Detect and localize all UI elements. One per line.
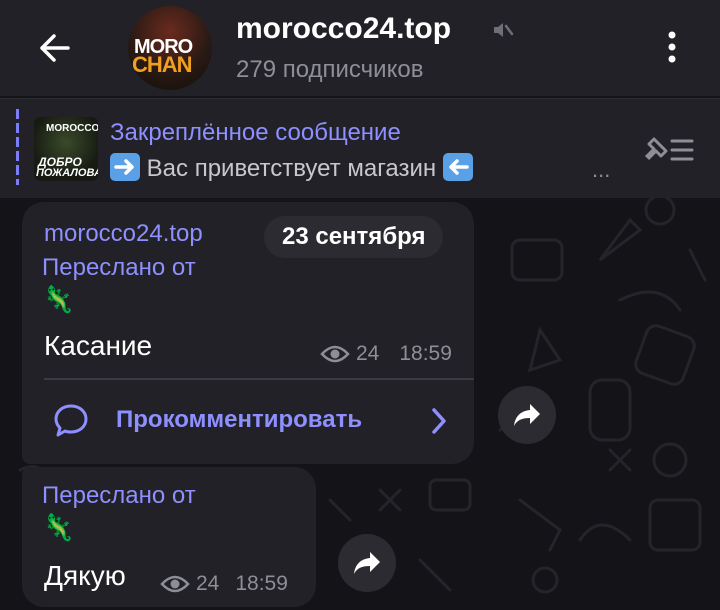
back-button[interactable] xyxy=(30,24,78,72)
message-time: 18:59 xyxy=(399,342,452,365)
message-text: Касание xyxy=(44,330,153,361)
thumb-welcome-text-2: ПОЖАЛОВАТЬ xyxy=(36,167,98,179)
divider xyxy=(44,378,474,380)
eye-icon xyxy=(160,575,190,593)
share-button[interactable] xyxy=(338,534,396,592)
thumb-logo-text: MOROCCO xyxy=(46,123,98,134)
share-button[interactable] xyxy=(498,386,556,444)
comment-label: Прокомментировать xyxy=(116,406,363,433)
pinned-indicator xyxy=(16,109,19,185)
share-arrow-icon xyxy=(514,404,540,426)
date-separator: 23 сентября xyxy=(264,216,444,258)
view-count: 24 xyxy=(196,572,220,595)
chevron-right-icon xyxy=(432,408,446,434)
pinned-title: Закреплённое сообщение xyxy=(110,119,401,146)
chat-header: MORO CHAN morocco24.top 279 подписчиков xyxy=(0,0,720,96)
arrow-right-emoji-icon xyxy=(110,153,140,181)
comment-bubble-icon xyxy=(54,404,88,437)
pinned-preview: Вас приветствует магазин xyxy=(110,153,473,183)
message-meta: 24 18:59 xyxy=(160,572,288,596)
pinned-thumbnail: MOROCCO ДОБРО ПОЖАЛОВАТЬ xyxy=(34,117,98,181)
arrow-left-icon xyxy=(40,34,70,62)
view-count: 24 xyxy=(356,342,380,365)
forwarded-label[interactable]: Переслано от xyxy=(42,254,196,282)
lizard-emoji-icon[interactable]: 🦎 xyxy=(42,284,74,315)
muted-icon xyxy=(494,23,514,37)
pinned-preview-text: Вас приветствует магазин xyxy=(146,155,437,182)
avatar-logo-text-2: CHAN xyxy=(132,52,193,77)
message-sender[interactable]: morocco24.top xyxy=(44,220,203,248)
more-menu-button[interactable] xyxy=(656,22,688,72)
pinned-message-bar[interactable]: MOROCCO ДОБРО ПОЖАЛОВАТЬ Закреплённое со… xyxy=(0,98,720,198)
share-arrow-icon xyxy=(354,552,380,574)
pinned-list-icon[interactable] xyxy=(642,133,696,167)
channel-title[interactable]: morocco24.top xyxy=(236,12,451,46)
channel-avatar[interactable]: MORO CHAN xyxy=(128,6,212,90)
comment-button[interactable]: Прокомментировать xyxy=(44,392,464,450)
subscriber-count: 279 подписчиков xyxy=(236,56,424,83)
more-vertical-icon xyxy=(668,31,676,63)
message-meta: 24 18:59 xyxy=(320,342,452,366)
pinned-ellipsis: ... xyxy=(592,157,611,182)
message-time: 18:59 xyxy=(235,572,288,595)
forwarded-label[interactable]: Переслано от xyxy=(42,482,196,510)
message-text: Дякую xyxy=(44,560,126,591)
eye-icon xyxy=(320,345,350,363)
arrow-left-emoji-icon xyxy=(442,153,473,181)
lizard-emoji-icon[interactable]: 🦎 xyxy=(42,512,74,543)
